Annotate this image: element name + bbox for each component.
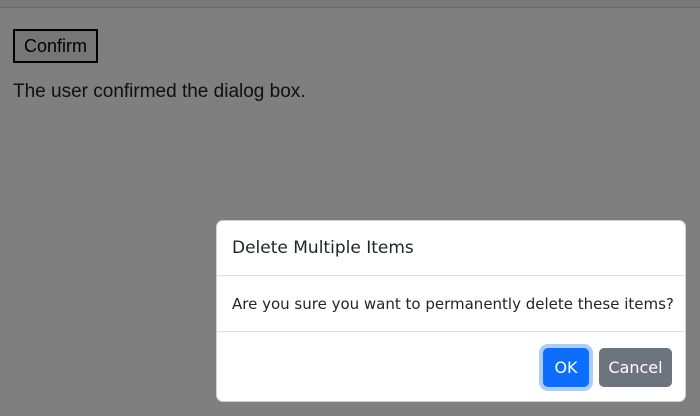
dialog-body: Are you sure you want to permanently del… [217, 276, 685, 332]
dialog-title: Delete Multiple Items [232, 238, 414, 258]
dialog-header: Delete Multiple Items [217, 221, 685, 276]
dialog-footer: OK Cancel [217, 332, 685, 401]
ok-button[interactable]: OK [543, 348, 589, 387]
cancel-button[interactable]: Cancel [599, 348, 672, 387]
confirm-dialog: Delete Multiple Items Are you sure you w… [216, 220, 686, 402]
dialog-message: Are you sure you want to permanently del… [232, 294, 674, 313]
